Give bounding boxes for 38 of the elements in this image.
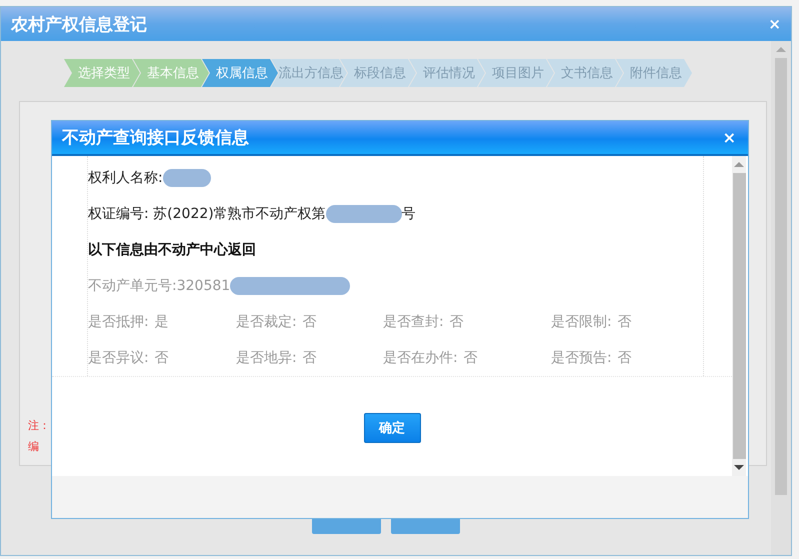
flag-label: 是否裁定: — [236, 313, 297, 331]
step-tab[interactable]: 文书信息 — [547, 59, 623, 87]
flag-label: 是否预告: — [551, 349, 612, 367]
flag-value: 否 — [154, 349, 169, 367]
flag-value: 否 — [450, 313, 464, 331]
close-button[interactable]: × — [722, 128, 736, 147]
flag-value: 是 — [154, 313, 169, 331]
note-text: 编 — [28, 439, 39, 455]
flag-label: 是否在办件: — [383, 349, 458, 367]
close-button[interactable]: × — [768, 15, 781, 33]
step-tab[interactable]: 项目图片 — [478, 59, 554, 87]
info-label: 权利人名称: — [88, 169, 163, 187]
flag-value: 否 — [618, 313, 632, 331]
info-label: 权证编号: 苏(2022)常熟市不动产权第 — [88, 205, 326, 223]
confirm-button[interactable]: 确定 — [364, 413, 420, 443]
step-tab[interactable]: 评估情况 — [409, 59, 485, 87]
flag-value: 否 — [618, 349, 632, 367]
scrollbar[interactable] — [732, 156, 746, 476]
flag-label: 是否查封: — [383, 313, 444, 331]
step-tab[interactable]: 选择类型 — [64, 59, 140, 87]
scrollbar[interactable] — [771, 41, 791, 555]
flag-label: 是否抵押: — [88, 313, 149, 331]
info-text: 号 — [402, 205, 416, 223]
step-tab[interactable]: 基本信息 — [133, 59, 209, 87]
step-tab[interactable]: 流出方信息 — [271, 59, 347, 87]
info-line: 不动产单元号:320581 — [88, 277, 230, 295]
note-text: 注： — [28, 418, 50, 434]
dialog-title: 不动产查询接口反馈信息 — [62, 127, 249, 149]
section-heading: 以下信息由不动产中心返回 — [88, 240, 257, 260]
flag-value: 否 — [302, 349, 317, 367]
flag-label: 是否异议: — [88, 349, 149, 367]
flag-value: 否 — [302, 313, 317, 331]
flag-label: 是否地异: — [236, 349, 297, 367]
flag-value: 否 — [464, 349, 478, 367]
flag-label: 是否限制: — [551, 313, 612, 331]
window-title: 农村产权信息登记 — [11, 14, 147, 36]
step-tab[interactable]: 权属信息 — [202, 59, 278, 87]
step-tab[interactable]: 附件信息 — [616, 59, 692, 87]
